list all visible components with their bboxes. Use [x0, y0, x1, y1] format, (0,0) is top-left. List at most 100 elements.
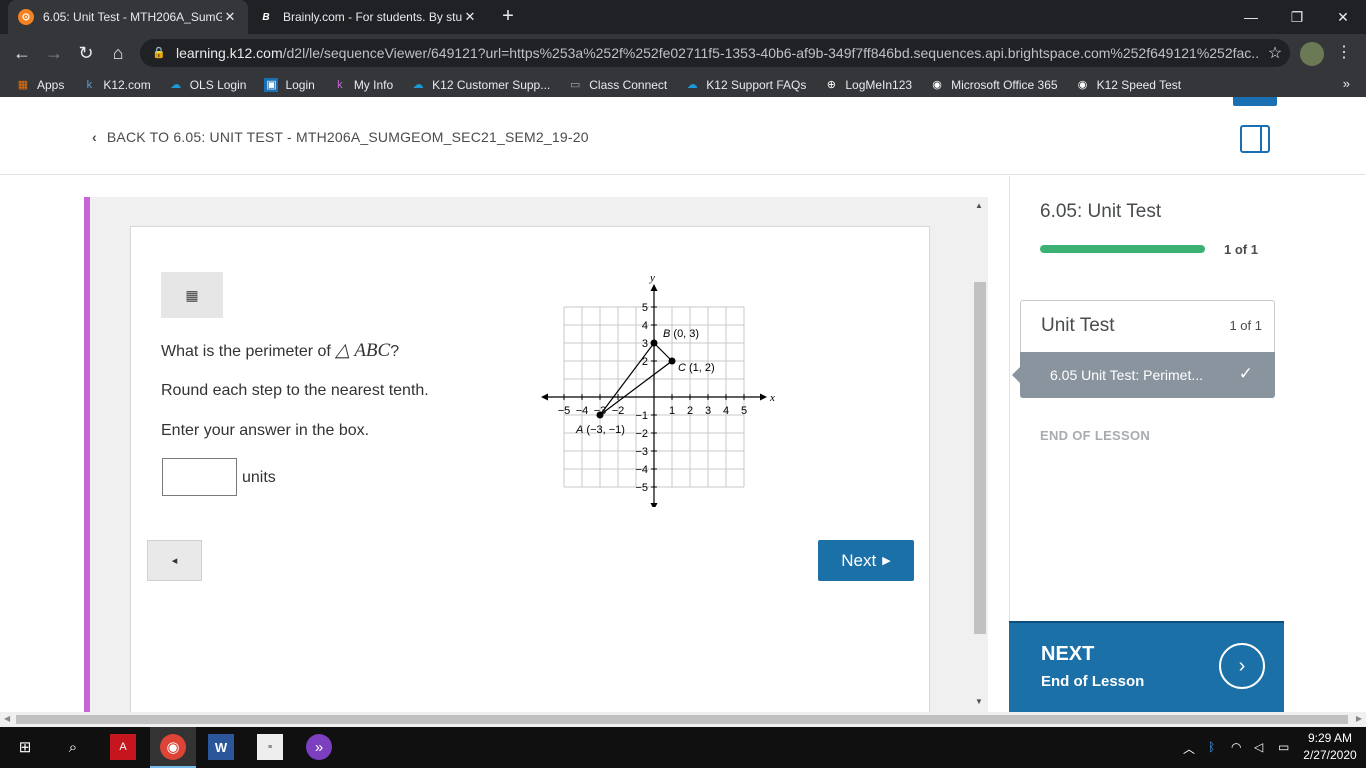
battery-icon[interactable]: ▭ — [1278, 740, 1289, 754]
back-arrow-icon[interactable]: ← — [10, 41, 34, 65]
check-icon: ✓ — [1238, 364, 1253, 383]
bookmark-speed-test[interactable]: ◉ K12 Speed Test — [1076, 78, 1181, 92]
chrome-icon[interactable]: ◉ — [160, 734, 186, 760]
browser-toolbar: ← → ↻ ⌂ 🔒 learning.k12.com/d2l/le/sequen… — [0, 34, 1366, 72]
calculator-button[interactable]: ▦ — [161, 272, 223, 318]
bookmark-apps[interactable]: ▦ Apps — [16, 78, 65, 92]
panel-toggle-icon[interactable] — [1240, 125, 1270, 153]
chevron-up-icon[interactable]: ︿ — [1183, 740, 1195, 757]
tab-unit-test[interactable]: ⊙ 6.05: Unit Test - MTH206A_SumG ✕ — [8, 0, 248, 34]
next-button[interactable]: Next ▶ — [818, 540, 914, 581]
k-icon: k — [337, 78, 343, 91]
horizontal-scrollbar[interactable]: ◀ ▶ — [0, 712, 1366, 727]
question-instruction: Round each step to the nearest tenth. — [161, 382, 429, 399]
close-window-button[interactable]: ✕ — [1320, 0, 1366, 34]
x-axis-arrow — [760, 393, 767, 401]
acrobat-icon[interactable]: A — [110, 734, 136, 760]
y-tick-label: −1 — [635, 410, 648, 422]
k12-icon: k — [86, 78, 93, 91]
bookmark-customer-support[interactable]: ☁ K12 Customer Supp... — [411, 78, 551, 92]
question-card: ▦ What is the perimeter of △ ABC? Round … — [130, 226, 930, 712]
volume-icon[interactable]: ◁ — [1254, 740, 1263, 754]
units-label: units — [242, 469, 276, 486]
app-arrow-icon[interactable]: » — [306, 734, 332, 760]
scroll-up-icon[interactable]: ▲ — [975, 201, 983, 210]
x-axis-arrow — [541, 393, 548, 401]
answer-input[interactable] — [162, 458, 237, 496]
question-instruction: Enter your answer in the box. — [161, 422, 370, 439]
back-link[interactable]: ‹ BACK TO 6.05: UNIT TEST - MTH206A_SUMG… — [92, 129, 589, 145]
chevron-right-icon[interactable]: › — [1219, 643, 1265, 689]
cloud-icon: ☁ — [412, 79, 424, 91]
x-tick-label: 2 — [687, 405, 693, 417]
y-tick-label: 4 — [642, 320, 648, 332]
scrollbar-thumb[interactable] — [974, 282, 986, 634]
bookmark-logmein[interactable]: ⊕ LogMeIn123 — [824, 78, 912, 92]
sidebar-item-unit-test[interactable]: 6.05 Unit Test: Perimet... ✓ — [1012, 352, 1275, 398]
bookmark-office-365[interactable]: ◉ Microsoft Office 365 — [930, 78, 1057, 92]
play-arrow-icon: ▶ — [882, 555, 891, 567]
forward-arrow-icon[interactable]: → — [42, 41, 66, 65]
y-tick-label: −4 — [635, 464, 648, 476]
new-tab-button[interactable]: + — [496, 5, 520, 29]
bluetooth-icon[interactable]: ᛒ — [1208, 740, 1215, 754]
y-tick-label: −5 — [635, 482, 648, 494]
terms-of-use-icon[interactable]: ≡ — [257, 734, 283, 760]
progress-count: 1 of 1 — [1224, 242, 1258, 257]
next-lesson-panel[interactable]: NEXT End of Lesson › — [1009, 621, 1284, 712]
bookmark-my-info[interactable]: k My Info — [333, 78, 393, 92]
next-panel-title: NEXT — [1041, 643, 1095, 665]
point-c — [668, 357, 676, 365]
progress-bar — [1040, 245, 1205, 253]
bookmarks-bar: ▦ Apps k K12.com ☁ OLS Login ▣ Login k My Inf… — [0, 72, 1366, 97]
plus-circle-icon: ⊕ — [826, 79, 836, 91]
bookmark-support-faqs[interactable]: ☁ K12 Support FAQs — [685, 78, 807, 92]
bookmark-login[interactable]: ▣ Login — [264, 77, 315, 92]
lock-icon: 🔒 — [152, 47, 166, 59]
vertical-scrollbar[interactable]: ▲ ▼ — [972, 197, 988, 712]
question-prompt: What is the perimeter of △ ABC? — [161, 340, 400, 361]
x-tick-label: 1 — [669, 405, 675, 417]
coordinate-graph: xy−5 −4 −3 −2 1 2 3 4 55432−1−2−3−4−5A (−3, −1)B… — [541, 272, 775, 507]
clock-date: 2/27/2020 — [1303, 748, 1357, 762]
tab-brainly[interactable]: B Brainly.com - For students. By stu ✕ — [248, 0, 488, 34]
bookmark-class-connect[interactable]: ▭ Class Connect — [568, 78, 667, 92]
x-tick-label: −2 — [612, 405, 625, 417]
close-tab-icon[interactable]: ✕ — [462, 9, 478, 25]
bookmark-star-icon[interactable]: ☆ — [1260, 43, 1290, 63]
restore-button[interactable]: ❐ — [1274, 0, 1320, 34]
browser-tab-bar: ⊙ 6.05: Unit Test - MTH206A_SumG ✕ B Bra… — [0, 0, 1366, 34]
bookmark-k12[interactable]: k K12.com — [82, 78, 151, 92]
bookmarks-overflow-icon[interactable]: » — [1343, 76, 1350, 91]
x-axis-label: x — [769, 392, 775, 404]
y-tick-label: −2 — [635, 428, 648, 440]
search-icon[interactable]: ⌕ — [60, 734, 86, 760]
scrollbar-thumb[interactable] — [16, 715, 1348, 724]
scroll-down-icon[interactable]: ▼ — [975, 697, 983, 706]
bookmark-ols-login[interactable]: ☁ OLS Login — [169, 78, 246, 92]
more-menu-icon[interactable]: ⋮ — [1334, 42, 1354, 66]
globe-icon: ◉ — [932, 79, 942, 91]
sidebar-title: 6.05: Unit Test — [1040, 201, 1162, 222]
scroll-right-icon[interactable]: ▶ — [1356, 714, 1362, 723]
home-icon[interactable]: ⌂ — [106, 41, 130, 65]
url-text: learning.k12.com/d2l/le/sequenceViewer/6… — [176, 45, 1260, 61]
wifi-icon[interactable]: ◠ — [1231, 740, 1241, 754]
back-link-label: BACK TO 6.05: UNIT TEST - MTH206A_SUMGEO… — [106, 129, 589, 145]
point-a — [596, 411, 604, 419]
word-icon[interactable]: W — [208, 734, 234, 760]
reload-icon[interactable]: ↻ — [74, 41, 98, 65]
previous-button[interactable]: ◂ — [147, 540, 202, 581]
globe-icon: ◉ — [1077, 79, 1088, 91]
windows-start-icon[interactable]: ⊞ — [12, 734, 38, 760]
avatar[interactable] — [1300, 42, 1324, 66]
address-bar[interactable]: 🔒 learning.k12.com/d2l/le/sequenceViewer… — [140, 39, 1290, 67]
unit-heading: Unit Test — [1041, 315, 1115, 336]
y-tick-label: 3 — [642, 338, 648, 350]
close-tab-icon[interactable]: ✕ — [222, 9, 238, 25]
x-tick-label: −5 — [558, 405, 571, 417]
taskbar-clock[interactable]: 9:29 AM 2/27/2020 — [1300, 730, 1360, 764]
scroll-left-icon[interactable]: ◀ — [4, 714, 10, 723]
minimize-button[interactable]: — — [1228, 0, 1274, 34]
tab-title: 6.05: Unit Test - MTH206A_SumG — [43, 10, 222, 24]
